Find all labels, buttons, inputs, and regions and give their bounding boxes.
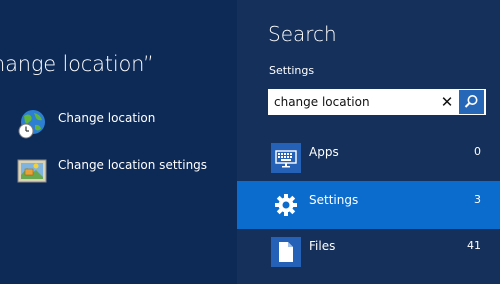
category-label: Apps	[309, 145, 339, 159]
results-area: hange location” Change location Change l…	[0, 0, 237, 284]
search-box: ✕	[268, 89, 486, 115]
search-button[interactable]	[459, 90, 484, 114]
document-icon	[271, 237, 301, 267]
search-scope-label: Settings	[269, 64, 315, 77]
query-title: hange location”	[0, 52, 154, 76]
category-count: 0	[474, 145, 481, 158]
result-label: Change location	[58, 111, 156, 125]
result-change-location-settings[interactable]: Change location settings	[16, 155, 207, 187]
gear-icon	[271, 190, 301, 220]
category-label: Settings	[309, 193, 359, 207]
category-files[interactable]: Files 41	[237, 229, 500, 277]
category-count: 41	[467, 239, 481, 252]
keyboard-icon	[271, 143, 301, 173]
result-label: Change location settings	[58, 158, 208, 172]
close-icon[interactable]: ✕	[437, 92, 457, 112]
search-input[interactable]	[274, 92, 434, 112]
result-change-location[interactable]: Change location	[16, 108, 155, 140]
category-apps[interactable]: Apps 0	[237, 133, 500, 181]
category-settings[interactable]: Settings 3	[237, 181, 500, 229]
category-count: 3	[474, 193, 481, 206]
globe-clock-icon	[16, 108, 48, 140]
magnifier-icon	[464, 95, 478, 108]
category-label: Files	[309, 239, 336, 253]
search-pane: Search Settings ✕ Apps 0	[237, 0, 500, 284]
location-settings-icon	[16, 155, 48, 187]
pane-title: Search	[268, 22, 337, 46]
